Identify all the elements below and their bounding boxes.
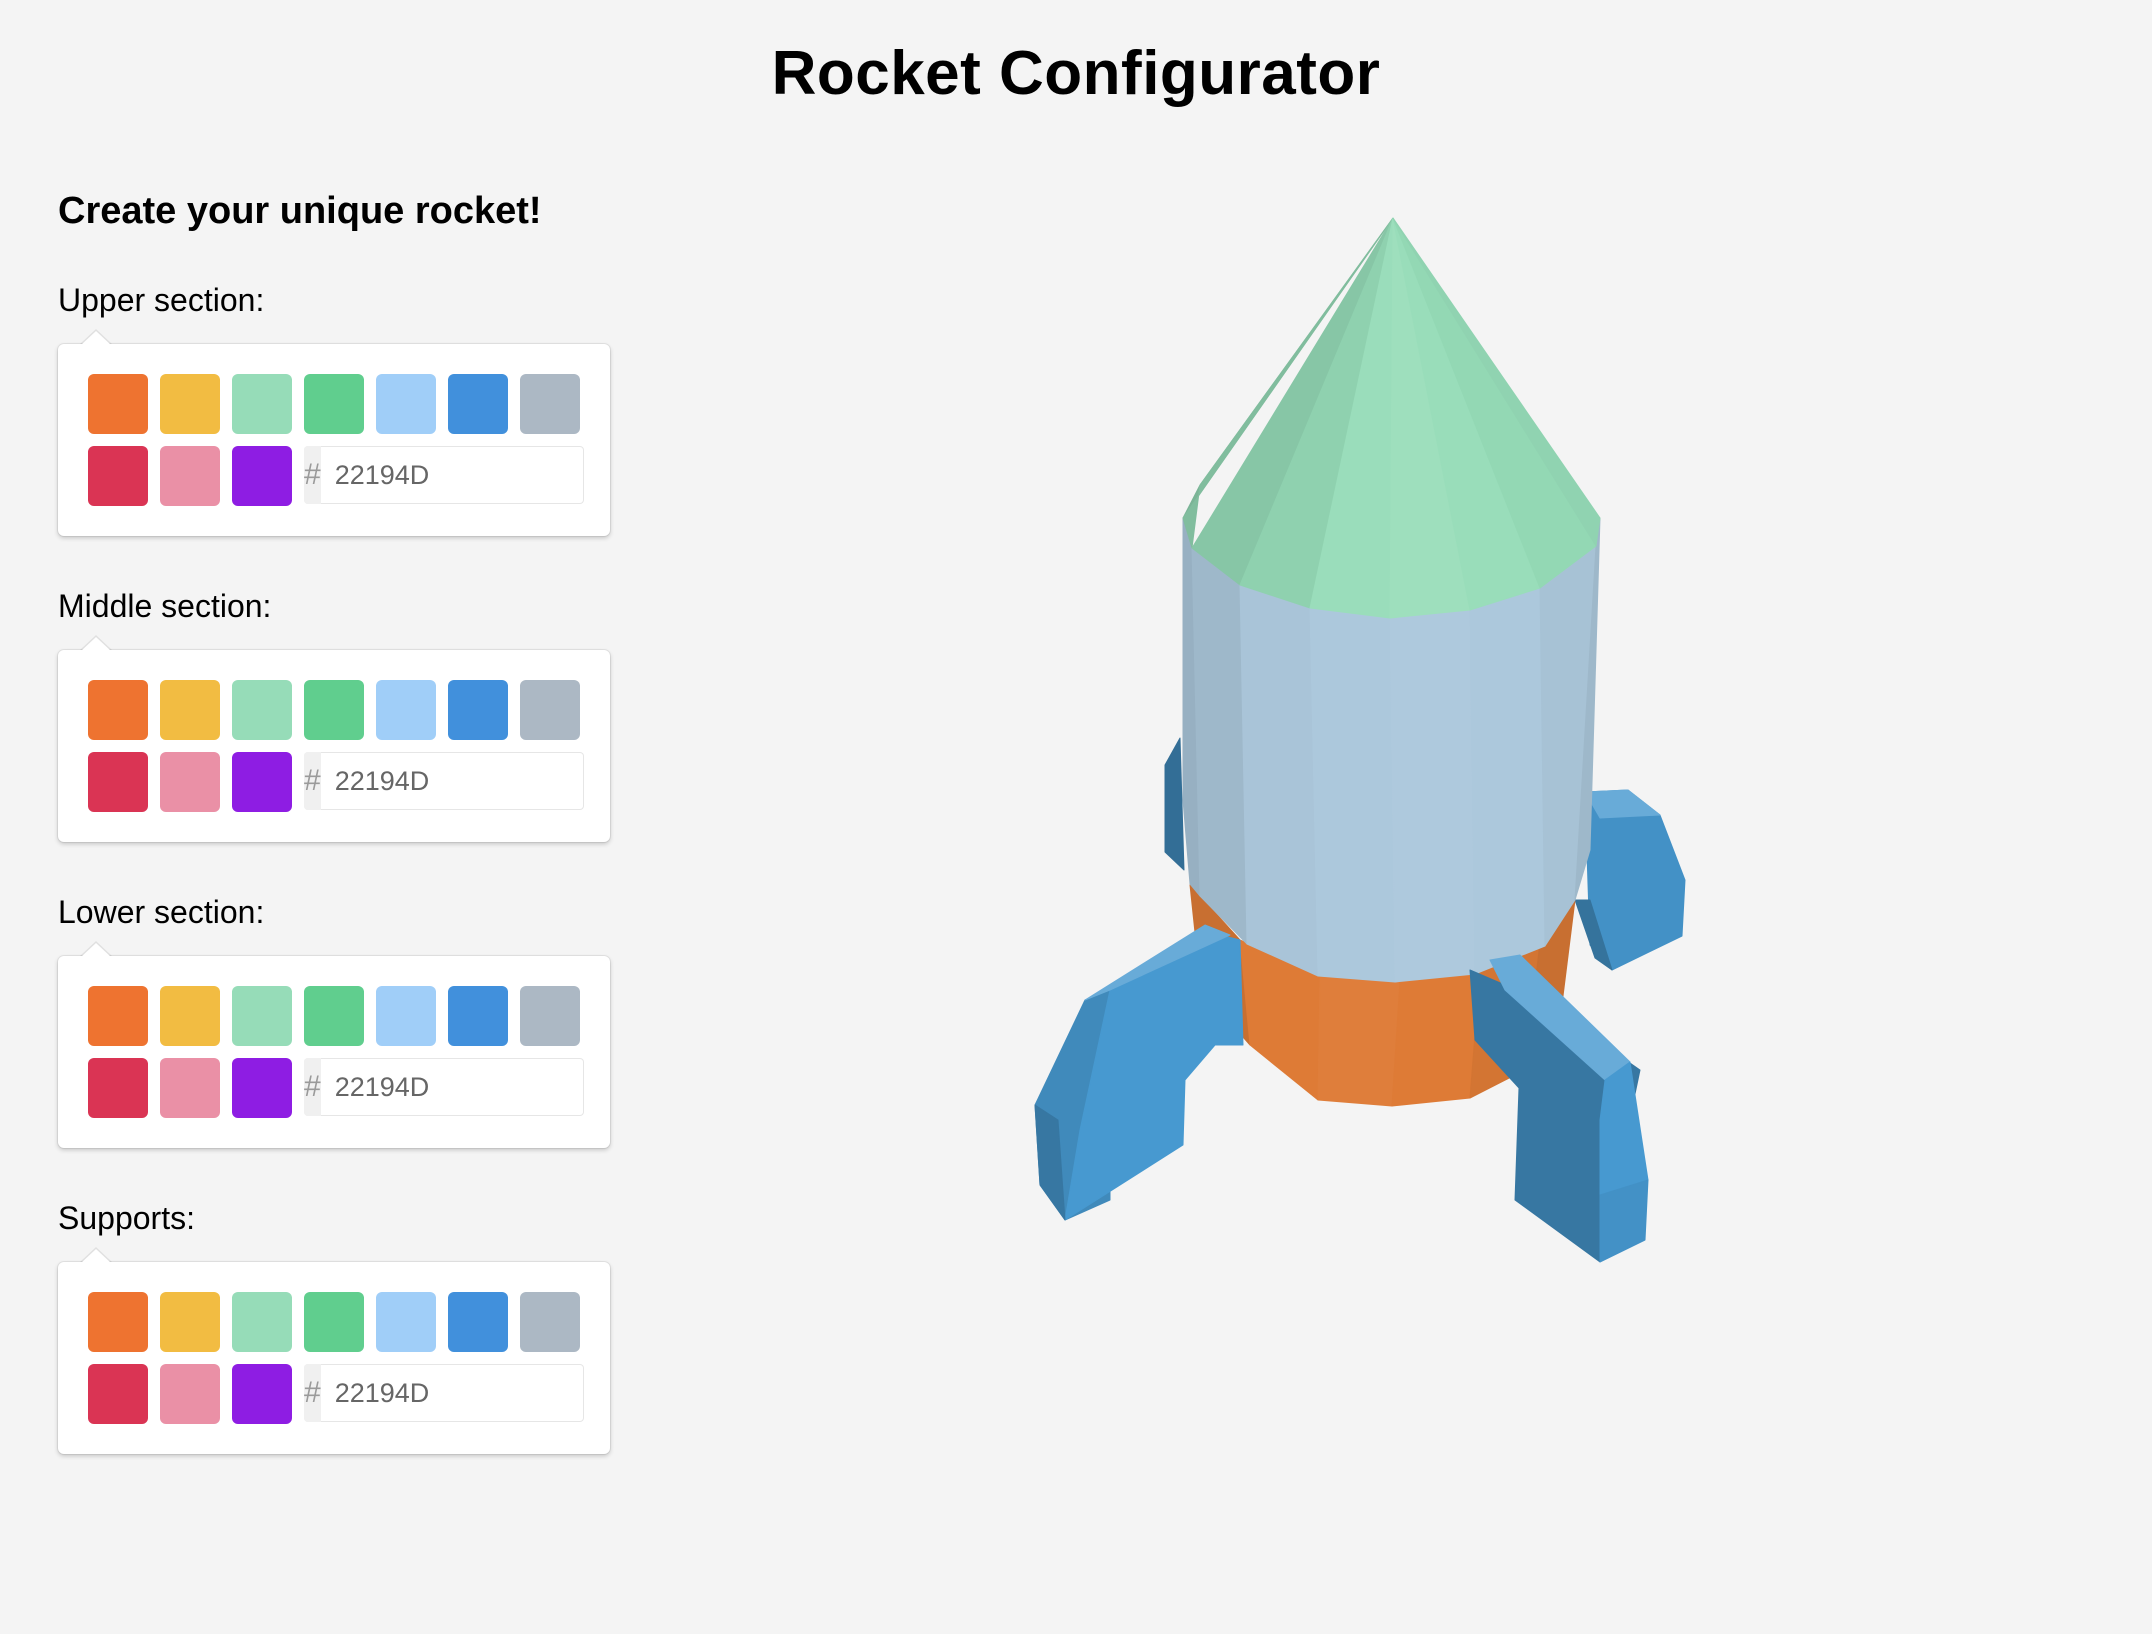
color-swatch[interactable] [160, 1292, 220, 1352]
color-swatch[interactable] [88, 374, 148, 434]
rocket-face [1191, 547, 1248, 945]
rocket-model[interactable] [1000, 200, 1760, 1320]
color-swatch[interactable] [88, 1364, 148, 1424]
color-swatch[interactable] [88, 446, 148, 506]
color-swatch[interactable] [160, 374, 220, 434]
color-swatch[interactable] [376, 1292, 436, 1352]
color-swatch[interactable] [520, 1292, 580, 1352]
hash-prefix: # [304, 1058, 321, 1116]
page-title: Rocket Configurator [771, 39, 1381, 108]
hash-prefix: # [304, 1364, 321, 1422]
color-swatch[interactable] [160, 446, 220, 506]
color-swatch[interactable] [232, 986, 292, 1046]
section-supports: Supports: # [58, 1198, 618, 1454]
hex-field[interactable]: # [304, 1364, 584, 1422]
hex-input-middle[interactable] [320, 752, 584, 810]
configurator-panel: Create your unique rocket! Upper section… [58, 190, 618, 1504]
color-swatch[interactable] [232, 752, 292, 812]
color-swatch[interactable] [232, 1058, 292, 1118]
rocket-face [1391, 969, 1481, 1107]
section-label-lower: Lower section: [58, 894, 265, 930]
hash-prefix: # [304, 752, 321, 810]
color-swatch[interactable] [88, 752, 148, 812]
rocket-upper-section [1182, 217, 1601, 619]
rocket-face [1317, 974, 1401, 1107]
color-swatch[interactable] [232, 680, 292, 740]
rocket-face [1064, 934, 1244, 1221]
color-swatch[interactable] [160, 1364, 220, 1424]
hex-input-lower[interactable] [320, 1058, 584, 1116]
color-swatch[interactable] [88, 986, 148, 1046]
section-middle: Middle section: # [58, 586, 618, 842]
rocket-face [1164, 737, 1185, 871]
color-swatch[interactable] [376, 374, 436, 434]
hash-prefix: # [304, 446, 321, 504]
color-swatch[interactable] [160, 986, 220, 1046]
color-swatch[interactable] [448, 986, 508, 1046]
rocket-face [1469, 587, 1546, 975]
color-swatch[interactable] [448, 374, 508, 434]
hex-field[interactable]: # [304, 1058, 584, 1116]
color-swatch[interactable] [520, 986, 580, 1046]
color-swatch[interactable] [88, 1292, 148, 1352]
rocket-face [1309, 607, 1396, 983]
section-label-middle: Middle section: [58, 588, 272, 624]
color-swatch[interactable] [160, 752, 220, 812]
hex-field[interactable]: # [304, 446, 584, 504]
rocket-3d-viewport[interactable] [1000, 200, 1760, 1320]
color-swatch[interactable] [448, 680, 508, 740]
color-swatch[interactable] [304, 986, 364, 1046]
color-swatch[interactable] [232, 1292, 292, 1352]
color-swatch[interactable] [520, 680, 580, 740]
color-swatch[interactable] [160, 680, 220, 740]
rocket-face [1599, 1179, 1649, 1263]
color-swatch[interactable] [304, 1292, 364, 1352]
panel-subtitle: Create your unique rocket! [58, 190, 542, 232]
section-upper: Upper section: # [58, 280, 618, 536]
hex-input-supports[interactable] [320, 1364, 584, 1422]
color-picker-upper: # [58, 329, 610, 536]
color-swatch[interactable] [232, 446, 292, 506]
section-label-supports: Supports: [58, 1200, 195, 1236]
color-swatch[interactable] [232, 374, 292, 434]
color-picker-lower: # [58, 941, 610, 1148]
color-picker-middle: # [58, 635, 610, 842]
color-swatch[interactable] [304, 374, 364, 434]
color-swatch[interactable] [520, 374, 580, 434]
rocket-face [1239, 584, 1319, 977]
hex-field[interactable]: # [304, 752, 584, 810]
hex-input-upper[interactable] [320, 446, 584, 504]
rocket-face [1389, 609, 1476, 983]
color-swatch[interactable] [232, 1364, 292, 1424]
color-swatch[interactable] [304, 680, 364, 740]
color-swatch[interactable] [376, 680, 436, 740]
section-label-upper: Upper section: [58, 282, 265, 318]
color-swatch[interactable] [376, 986, 436, 1046]
section-lower: Lower section: # [58, 892, 618, 1148]
color-swatch[interactable] [88, 1058, 148, 1118]
color-swatch[interactable] [88, 680, 148, 740]
color-picker-supports: # [58, 1247, 610, 1454]
color-swatch[interactable] [160, 1058, 220, 1118]
color-swatch[interactable] [448, 1292, 508, 1352]
